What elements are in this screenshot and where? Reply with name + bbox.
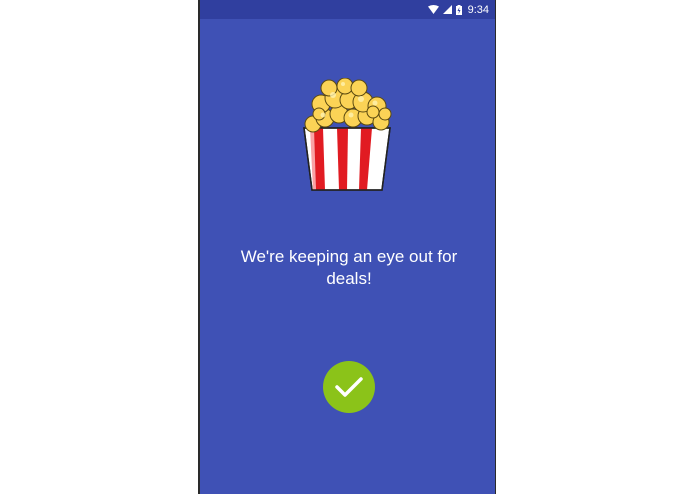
app-screen: 9:34 We're keeping an eye out for deals! (198, 0, 496, 494)
status-message: We're keeping an eye out for deals! (240, 247, 458, 288)
wifi-icon (427, 5, 439, 14)
check-icon (335, 377, 363, 397)
popcorn-icon (301, 77, 393, 192)
status-bar: 9:34 (200, 0, 495, 19)
confirm-button[interactable] (323, 361, 375, 413)
battery-charging-icon (455, 4, 462, 15)
status-time: 9:34 (467, 3, 489, 16)
signal-icon (442, 5, 452, 14)
